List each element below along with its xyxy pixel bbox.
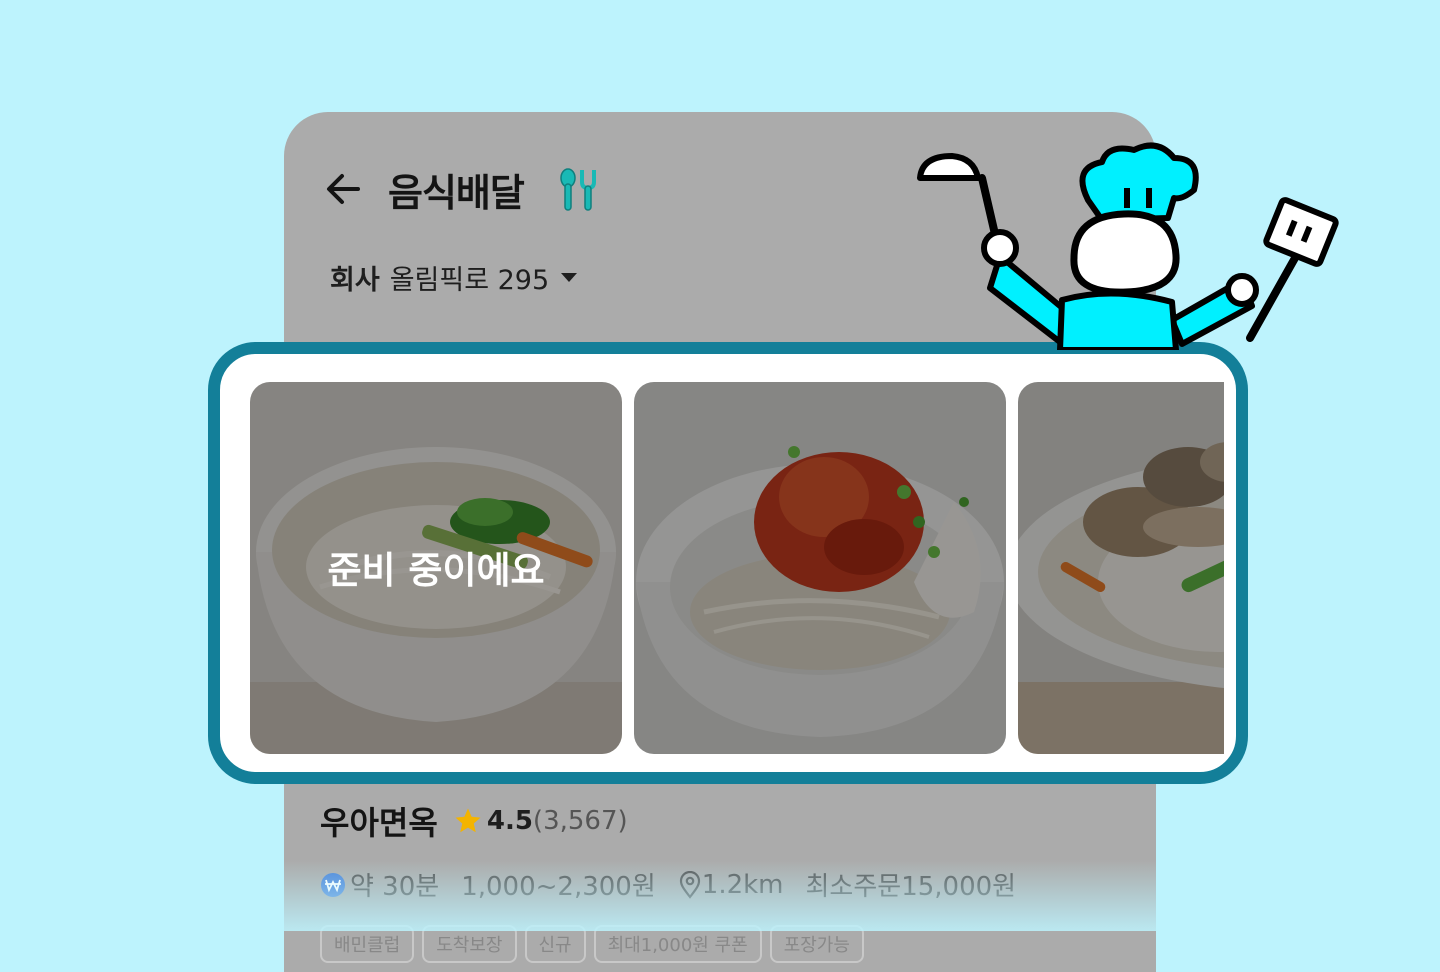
unavailable-overlay	[1018, 382, 1224, 754]
menu-carousel: 준비 중이에요	[208, 342, 1248, 784]
store-meta: 약 30분 1,000~2,300원 1.2km 최소주문 15,000원	[320, 866, 1156, 903]
preparing-label: 준비 중이에요	[327, 549, 545, 592]
review-count: (3,567)	[532, 806, 628, 836]
address-label: 회사	[330, 265, 380, 296]
caret-down-icon	[561, 273, 578, 282]
location-pin-icon	[679, 870, 700, 899]
won-coin-icon	[321, 872, 345, 897]
menu-card[interactable]: 준비 중이에요	[250, 382, 622, 754]
page-title: 음식배달	[388, 171, 525, 215]
menu-strip[interactable]: 준비 중이에요	[250, 382, 1224, 756]
min-order-label: 최소주문	[805, 872, 902, 902]
arrow-left-icon	[327, 174, 360, 204]
store-card[interactable]: 우아면옥 4.5 (3,567) 약 30분 1,000~2,300원 1.2k…	[320, 798, 1156, 963]
back-button[interactable]	[322, 168, 364, 210]
delivery-time: 약 30분	[350, 872, 440, 902]
star-icon	[455, 808, 481, 833]
address-value: 올림픽로 295	[389, 265, 550, 296]
distance: 1.2km	[701, 869, 784, 900]
unavailable-overlay	[634, 382, 1006, 754]
utensils-icon	[560, 168, 596, 211]
rating-value: 4.5	[486, 806, 533, 836]
menu-card[interactable]	[1018, 382, 1224, 754]
address-selector[interactable]: 회사 올림픽로 295	[330, 258, 578, 297]
store-rating: 4.5 (3,567)	[453, 806, 628, 836]
delivery-fee: 1,000~2,300원	[461, 872, 656, 902]
chef-mascot-illustration	[917, 142, 1339, 350]
store-name: 우아면옥	[320, 804, 438, 842]
min-order-value: 15,000원	[901, 872, 1017, 902]
menu-card[interactable]	[634, 382, 1006, 754]
